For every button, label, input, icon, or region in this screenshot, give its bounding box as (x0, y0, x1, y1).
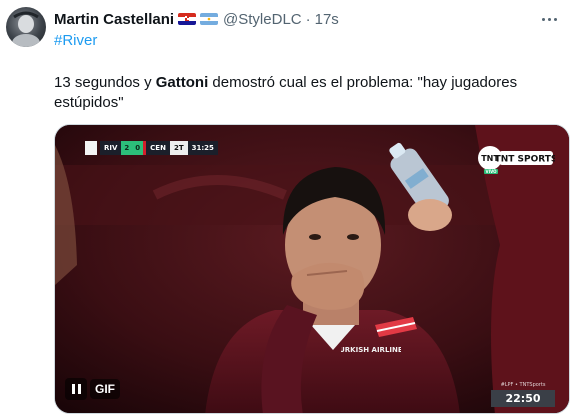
gif-badge[interactable]: GIF (90, 379, 120, 399)
ticker-label: #LPF • TNTSports (500, 382, 546, 388)
separator-dot: · (305, 10, 311, 28)
away-score: 0 (132, 141, 144, 155)
hashtag-link[interactable]: #River (54, 32, 97, 49)
croatia-flag-icon (178, 13, 197, 25)
author-handle[interactable]: @StyleDLC (223, 11, 302, 28)
timestamp[interactable]: 17s (315, 11, 339, 28)
tnt-sports-logo: TNT TNT SPORTS VIVO (478, 146, 555, 174)
match-clock: 31:25 (187, 141, 218, 155)
argentina-flag-icon (200, 13, 219, 25)
hashtag-line: #River (54, 32, 97, 49)
home-score: 2 (121, 141, 133, 155)
tweet-card[interactable]: Martin Castellani @StyleDLC · 17s #River… (0, 0, 571, 415)
tweet-text-bold: Gattoni (155, 74, 209, 91)
scorebug: RIV 2 0 CEN 2T 31:25 (85, 141, 218, 155)
tweet-text: 13 segundos y Gattoni demostró cual es e… (54, 73, 559, 113)
league-logo-icon (85, 141, 97, 155)
broadcast-ticker: #LPF • TNTSports 22:50 (491, 382, 555, 407)
period: 2T (169, 141, 188, 155)
avatar[interactable] (6, 7, 46, 47)
pause-icon[interactable] (65, 378, 87, 400)
ticker-time: 22:50 (491, 390, 555, 407)
away-team: CEN (146, 141, 170, 155)
tweet-text-part-1: 13 segundos y (54, 74, 156, 91)
home-team: RIV (100, 141, 122, 155)
shirt-sponsor-text: TURKISH AIRLINES (341, 346, 401, 354)
broadcaster-logo-text: TNT SPORTS (495, 155, 555, 165)
tweet-header: Martin Castellani @StyleDLC · 17s (54, 9, 339, 29)
more-horizontal-icon[interactable] (539, 10, 559, 28)
author-name[interactable]: Martin Castellani (54, 11, 174, 28)
gif-controls: GIF (65, 377, 120, 401)
gif-media[interactable]: RIV 2 0 CEN 2T 31:25 TNT TNT SPORTS VIVO… (54, 124, 570, 414)
shirt-sponsor: TURKISH AIRLINES (341, 346, 401, 354)
broadcaster-sub: VIVO (485, 169, 497, 174)
